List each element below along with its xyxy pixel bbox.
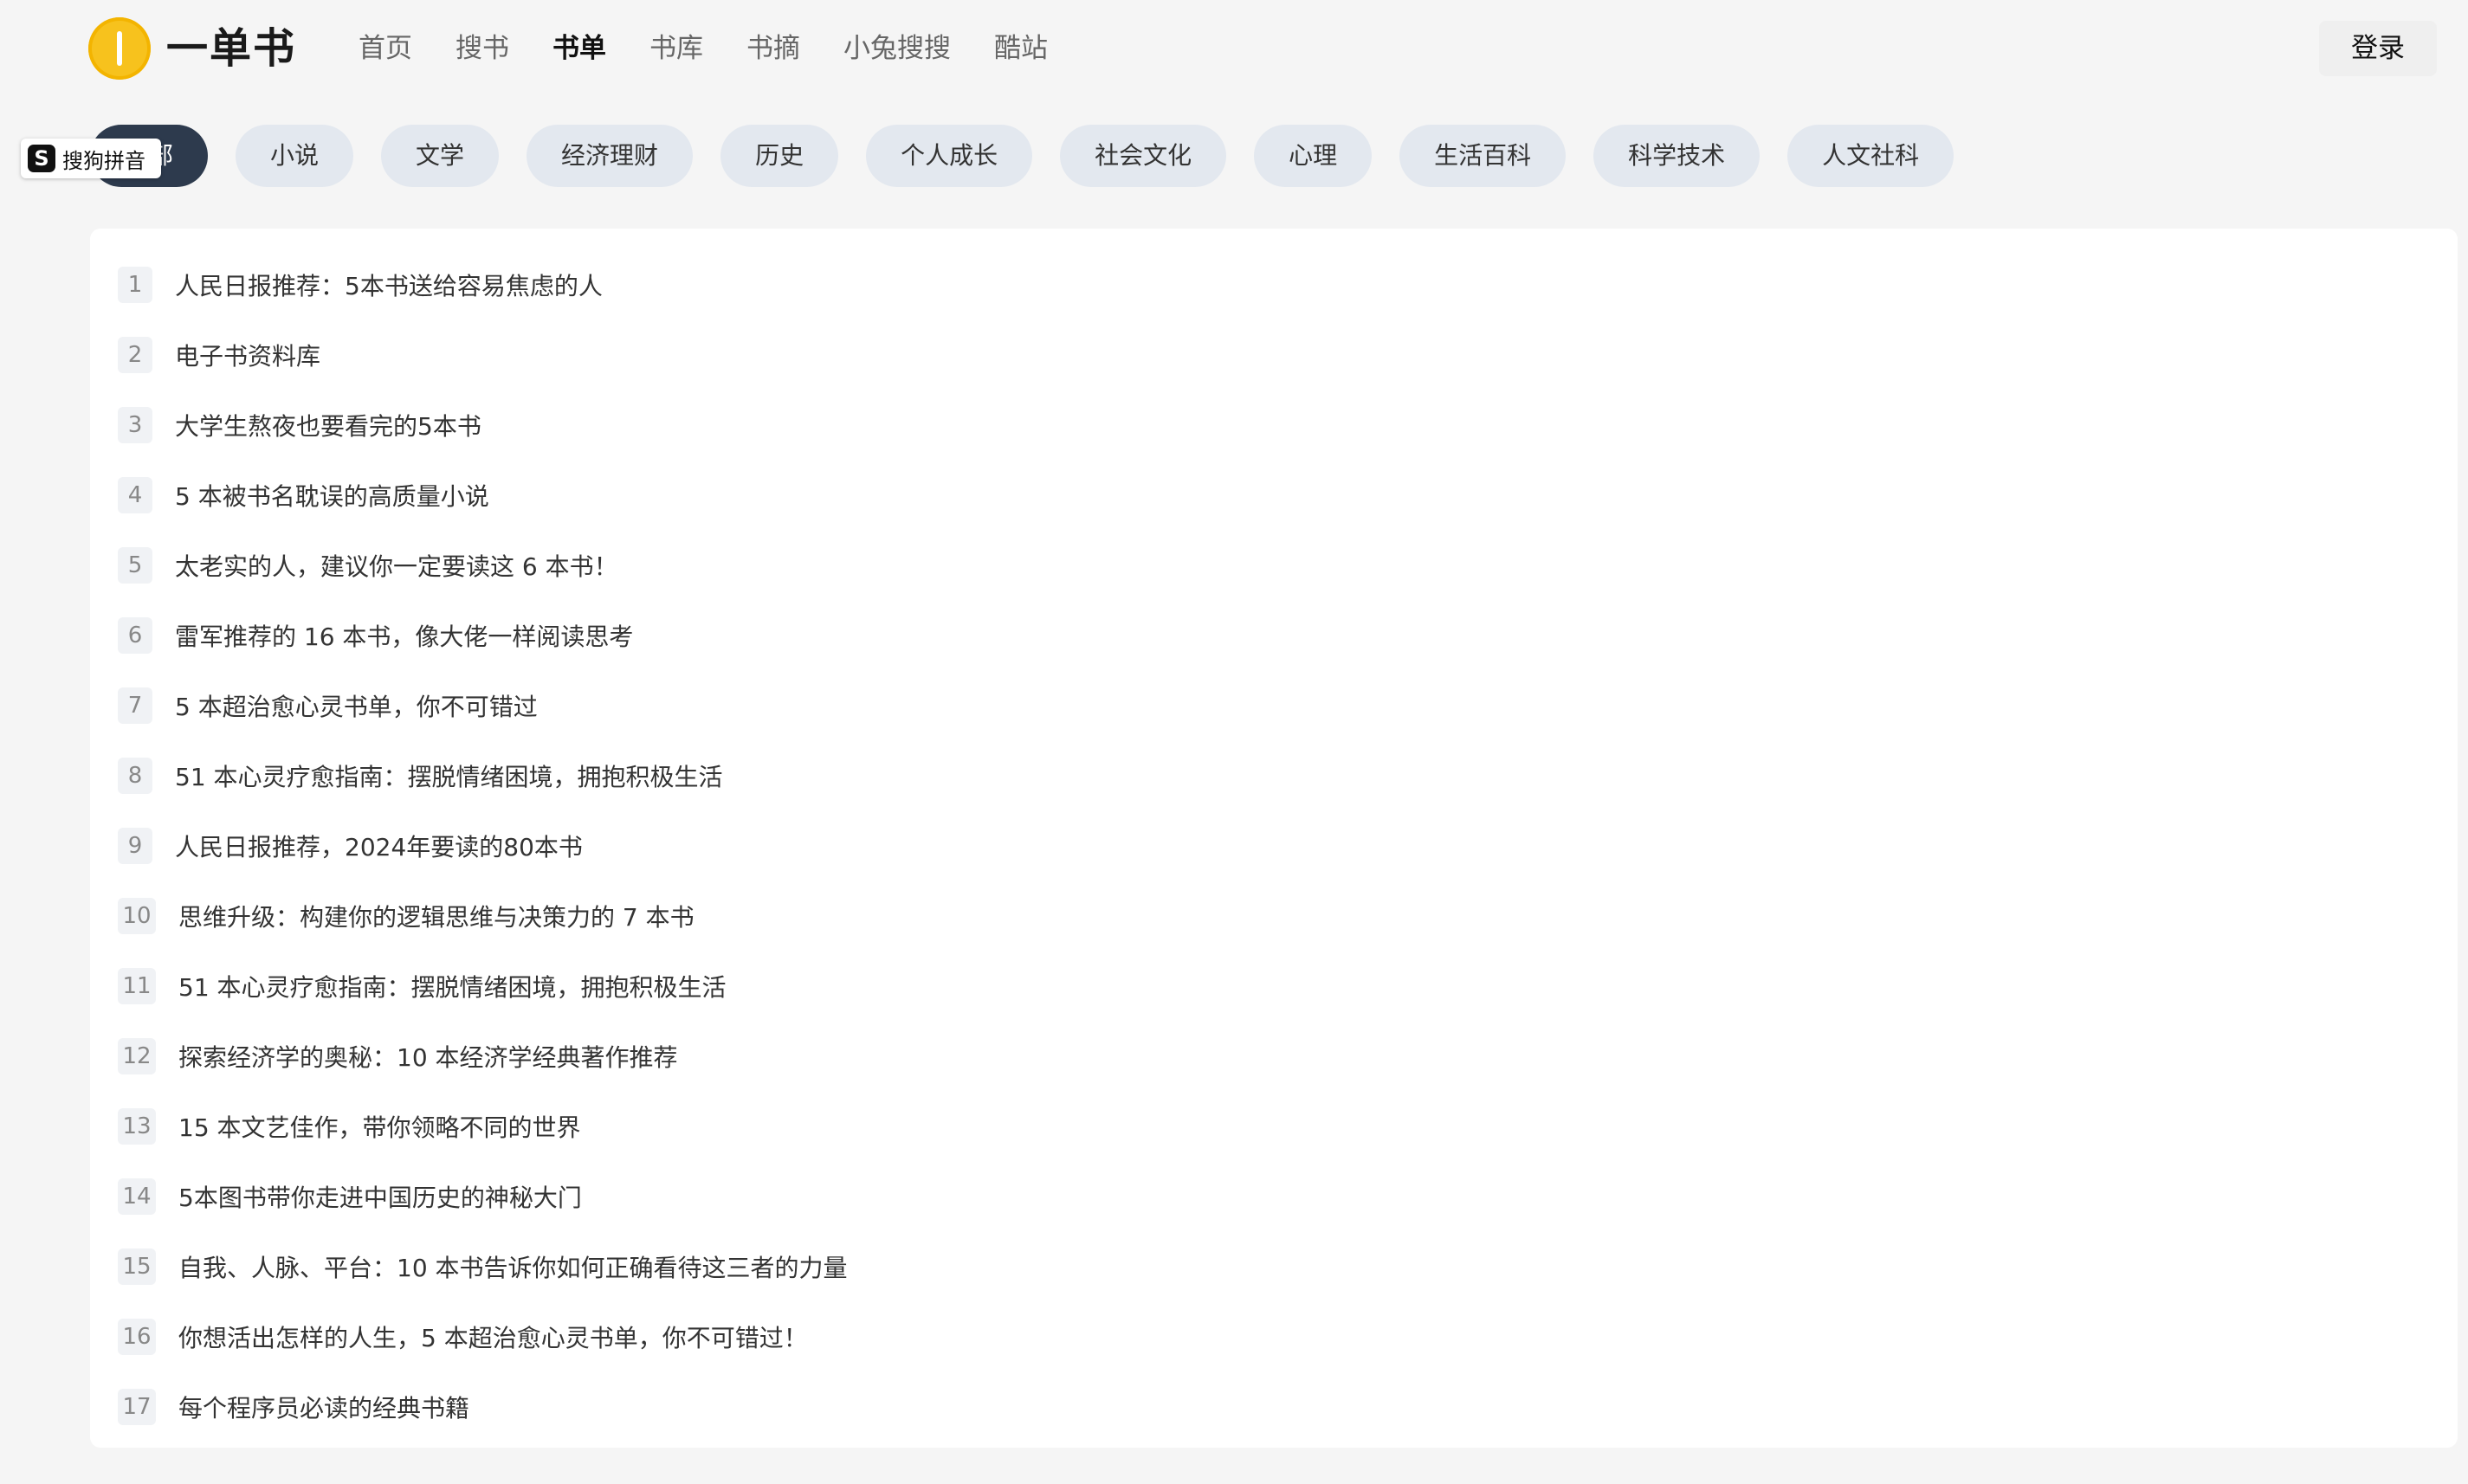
list-item[interactable]: 11 51 本心灵疗愈指南：摆脱情绪困境，拥抱积极生活	[90, 951, 2458, 1021]
coin-logo-icon	[88, 17, 151, 80]
login-button[interactable]: 登录	[2319, 21, 2437, 76]
list-item[interactable]: 1 人民日报推荐：5本书送给容易焦虑的人	[90, 249, 2458, 319]
booklist-title[interactable]: 雷军推荐的 16 本书，像大佬一样阅读思考	[175, 618, 633, 653]
nav-item-search-books[interactable]: 搜书	[455, 26, 509, 71]
list-item[interactable]: 12 探索经济学的奥秘：10 本经济学经典著作推荐	[90, 1021, 2458, 1091]
list-item[interactable]: 14 5本图书带你走进中国历史的神秘大门	[90, 1161, 2458, 1231]
list-item[interactable]: 7 5 本超治愈心灵书单，你不可错过	[90, 670, 2458, 740]
booklist-title[interactable]: 5本图书带你走进中国历史的神秘大门	[178, 1179, 582, 1214]
booklist-title[interactable]: 大学生熬夜也要看完的5本书	[175, 408, 481, 442]
booklist-title[interactable]: 人民日报推荐：5本书送给容易焦虑的人	[175, 268, 603, 302]
nav-item-booklists[interactable]: 书单	[552, 26, 606, 71]
rank-badge: 5	[118, 546, 152, 584]
list-item[interactable]: 8 51 本心灵疗愈指南：摆脱情绪困境，拥抱积极生活	[90, 740, 2458, 810]
main-nav: 首页 搜书 书单 书库 书摘 小兔搜搜 酷站	[359, 26, 1091, 71]
booklist-title[interactable]: 5 本超治愈心灵书单，你不可错过	[175, 688, 538, 723]
booklist-title[interactable]: 思维升级：构建你的逻辑思维与决策力的 7 本书	[178, 899, 695, 933]
rank-badge: 3	[118, 406, 152, 443]
list-item[interactable]: 2 电子书资料库	[90, 319, 2458, 390]
rank-badge: 1	[118, 266, 152, 303]
rank-badge: 8	[118, 757, 152, 794]
rank-badge: 11	[118, 967, 156, 1004]
booklist-title[interactable]: 51 本心灵疗愈指南：摆脱情绪困境，拥抱积极生活	[178, 969, 727, 1003]
rank-badge: 9	[118, 827, 152, 864]
page: 一单书 首页 搜书 书单 书库 书摘 小兔搜搜 酷站 登录 全部 小说 文学 经…	[0, 0, 2468, 1484]
ime-label: 搜狗拼音	[62, 148, 145, 173]
booklist-title[interactable]: 电子书资料库	[175, 338, 320, 372]
list-item[interactable]: 13 15 本文艺佳作，带你领略不同的世界	[90, 1091, 2458, 1161]
header: 一单书 首页 搜书 书单 书库 书摘 小兔搜搜 酷站 登录	[0, 0, 2468, 97]
booklist-title[interactable]: 太老实的人，建议你一定要读这 6 本书！	[175, 548, 618, 583]
brand-logo[interactable]: 一单书	[88, 17, 296, 80]
list-item[interactable]: 6 雷军推荐的 16 本书，像大佬一样阅读思考	[90, 600, 2458, 670]
list-item[interactable]: 10 思维升级：构建你的逻辑思维与决策力的 7 本书	[90, 881, 2458, 951]
category-psychology[interactable]: 心理	[1254, 125, 1373, 187]
sogou-s-icon: S	[28, 145, 55, 172]
rank-badge: 12	[118, 1037, 156, 1074]
list-item[interactable]: 16 你想活出怎样的人生，5 本超治愈心灵书单，你不可错过！	[90, 1301, 2458, 1371]
booklist-title[interactable]: 每个程序员必读的经典书籍	[178, 1390, 469, 1424]
rank-badge: 14	[118, 1178, 156, 1215]
booklist-title[interactable]: 自我、人脉、平台：10 本书告诉你如何正确看待这三者的力量	[178, 1249, 848, 1284]
list-item[interactable]: 3 大学生熬夜也要看完的5本书	[90, 390, 2458, 460]
booklist-title[interactable]: 51 本心灵疗愈指南：摆脱情绪困境，拥抱积极生活	[175, 758, 723, 793]
rank-badge: 2	[118, 336, 152, 373]
nav-item-library[interactable]: 书库	[649, 26, 703, 71]
rank-badge: 13	[118, 1107, 156, 1145]
category-novel[interactable]: 小说	[236, 125, 354, 187]
category-personal-growth[interactable]: 个人成长	[866, 125, 1033, 187]
list-item[interactable]: 17 每个程序员必读的经典书籍	[90, 1371, 2458, 1442]
rank-badge: 6	[118, 616, 152, 654]
nav-item-excerpts[interactable]: 书摘	[746, 26, 800, 71]
list-item[interactable]: 5 太老实的人，建议你一定要读这 6 本书！	[90, 530, 2458, 600]
category-history[interactable]: 历史	[720, 125, 839, 187]
booklist-title[interactable]: 人民日报推荐，2024年要读的80本书	[175, 829, 583, 863]
brand-name: 一单书	[166, 24, 297, 73]
category-literature[interactable]: 文学	[381, 125, 500, 187]
booklist-title[interactable]: 15 本文艺佳作，带你领略不同的世界	[178, 1109, 581, 1144]
rank-badge: 16	[118, 1318, 156, 1355]
booklist-title[interactable]: 5 本被书名耽误的高质量小说	[175, 478, 489, 513]
rank-badge: 4	[118, 476, 152, 513]
rank-badge: 10	[118, 897, 156, 934]
category-filter: 全部 小说 文学 经济理财 历史 个人成长 社会文化 心理 生活百科 科学技术 …	[90, 125, 1981, 187]
ime-status-overlay[interactable]: S 搜狗拼音	[21, 139, 161, 178]
rank-badge: 15	[118, 1248, 156, 1285]
category-finance[interactable]: 经济理财	[527, 125, 694, 187]
rank-badge: 17	[118, 1388, 156, 1425]
category-humanities[interactable]: 人文社科	[1787, 125, 1954, 187]
list-item[interactable]: 15 自我、人脉、平台：10 本书告诉你如何正确看待这三者的力量	[90, 1231, 2458, 1301]
booklist-title[interactable]: 你想活出怎样的人生，5 本超治愈心灵书单，你不可错过！	[178, 1319, 808, 1354]
nav-item-cool-sites[interactable]: 酷站	[994, 26, 1048, 71]
list-item[interactable]: 4 5 本被书名耽误的高质量小说	[90, 460, 2458, 530]
category-society-culture[interactable]: 社会文化	[1060, 125, 1227, 187]
list-item[interactable]: 9 人民日报推荐，2024年要读的80本书	[90, 810, 2458, 881]
nav-item-rabbit-search[interactable]: 小兔搜搜	[843, 26, 951, 71]
rank-badge: 7	[118, 687, 152, 724]
category-life-encyclopedia[interactable]: 生活百科	[1399, 125, 1567, 187]
category-science-tech[interactable]: 科学技术	[1593, 125, 1761, 187]
booklist-list: 1 人民日报推荐：5本书送给容易焦虑的人 2 电子书资料库 3 大学生熬夜也要看完的5…	[90, 229, 2458, 1448]
nav-item-home[interactable]: 首页	[359, 26, 412, 71]
booklist-title[interactable]: 探索经济学的奥秘：10 本经济学经典著作推荐	[178, 1039, 678, 1074]
